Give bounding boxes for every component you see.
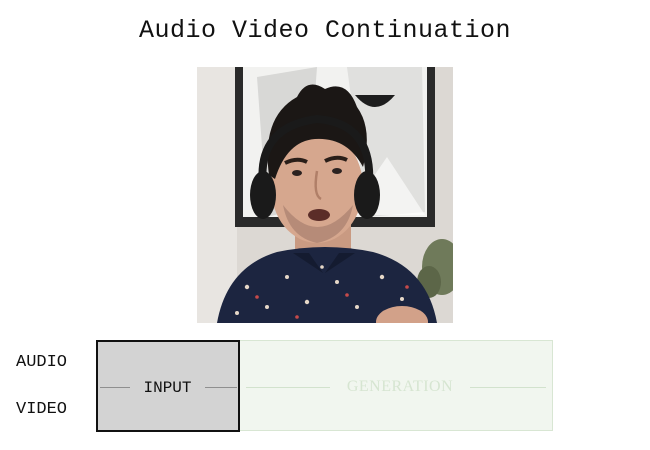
input-line-right xyxy=(205,387,237,388)
headphone-right xyxy=(354,171,380,219)
headphone-left xyxy=(250,171,276,219)
generation-line-left xyxy=(246,387,330,388)
video-frame xyxy=(197,67,453,323)
page-title: Audio Video Continuation xyxy=(138,16,512,45)
video-track-label: VIDEO xyxy=(16,400,68,419)
generation-segment: GENERATION xyxy=(238,340,553,431)
input-line-left xyxy=(100,387,130,388)
audio-track-label: AUDIO xyxy=(16,353,68,372)
speaker-illustration xyxy=(197,67,453,323)
generation-label: GENERATION xyxy=(346,378,454,395)
input-segment: INPUT xyxy=(96,340,240,432)
input-label: INPUT xyxy=(143,379,192,397)
generation-line-right xyxy=(470,387,546,388)
timeline: GENERATION INPUT xyxy=(96,340,553,432)
